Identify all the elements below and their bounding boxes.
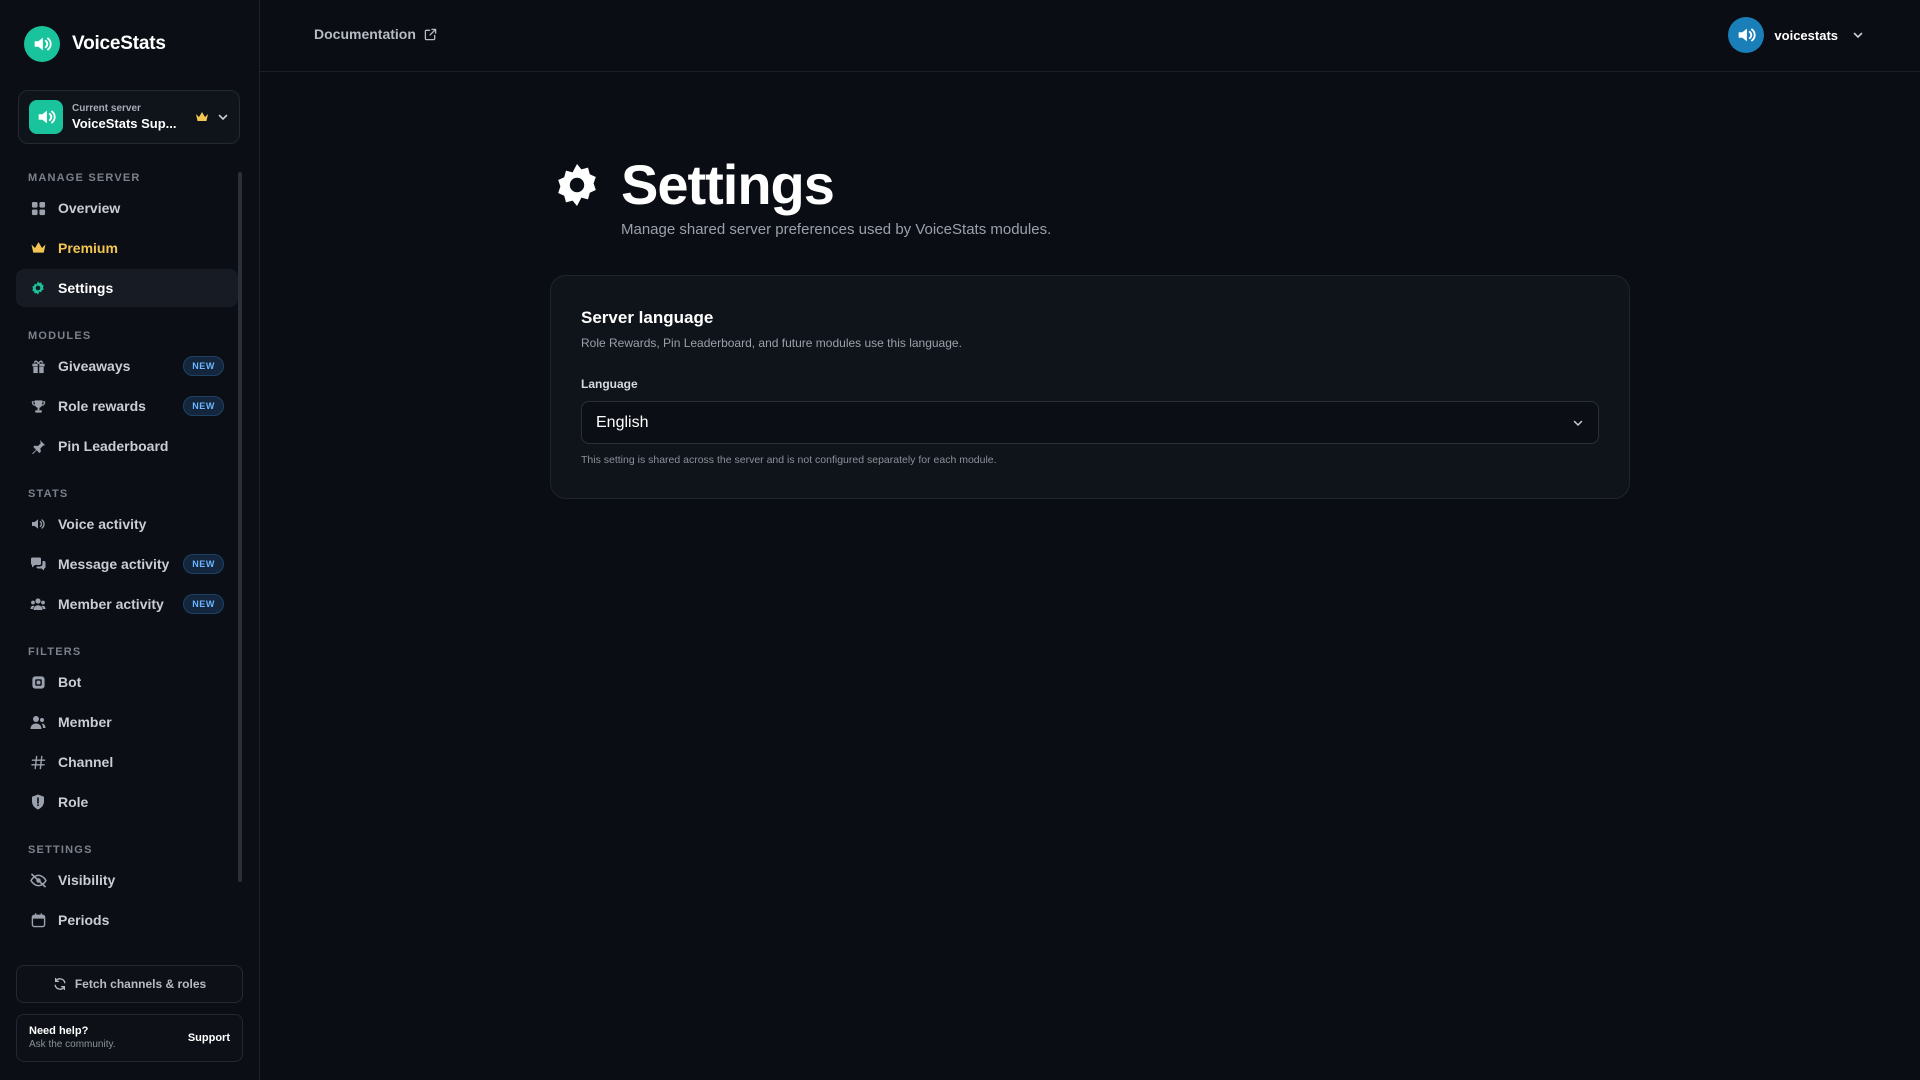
crown-icon	[29, 239, 47, 257]
users-icon	[29, 595, 47, 613]
brand-logo-icon	[24, 26, 60, 62]
new-badge: NEW	[183, 594, 224, 614]
sidebar-item-member[interactable]: Member	[16, 703, 238, 741]
sidebar-item-label: Role rewards	[58, 398, 146, 414]
language-select[interactable]: English	[581, 401, 1599, 444]
language-hint: This setting is shared across the server…	[581, 454, 997, 466]
chevron-down-icon	[1572, 417, 1584, 429]
sidebar-item-overview[interactable]: Overview	[16, 189, 238, 227]
sidebar-item-pin-leaderboard[interactable]: Pin Leaderboard	[16, 427, 238, 465]
section-title-stats: STATS	[28, 488, 69, 500]
help-card: Need help? Ask the community. Support	[16, 1014, 243, 1062]
eye-off-icon	[29, 871, 47, 889]
sidebar-item-bot[interactable]: Bot	[16, 663, 238, 701]
gear-icon	[29, 279, 47, 297]
support-link[interactable]: Support	[188, 1032, 230, 1044]
crown-icon	[195, 111, 209, 123]
new-badge: NEW	[183, 356, 224, 376]
speaker-icon	[29, 515, 47, 533]
server-name: VoiceStats Sup...	[72, 115, 177, 131]
sidebar-item-label: Member	[58, 714, 112, 730]
sidebar-item-visibility[interactable]: Visibility	[16, 861, 238, 899]
sidebar-item-label: Giveaways	[58, 358, 131, 374]
sidebar-item-role[interactable]: Role	[16, 783, 238, 821]
chevron-down-icon	[1852, 29, 1864, 41]
documentation-link[interactable]: Documentation	[314, 26, 437, 42]
chat-icon	[29, 555, 47, 573]
sidebar-item-label: Visibility	[58, 872, 116, 888]
grid-icon	[29, 199, 47, 217]
section-title-modules: MODULES	[28, 330, 92, 342]
sidebar-item-label: Bot	[58, 674, 82, 690]
sidebar-item-label: Channel	[58, 754, 114, 770]
shield-icon	[29, 793, 47, 811]
section-title-settings: SETTINGS	[28, 844, 93, 856]
sidebar-item-premium[interactable]: Premium	[16, 229, 238, 267]
server-avatar-icon	[29, 100, 63, 134]
username: voicestats	[1774, 27, 1838, 43]
page-title: Settings	[621, 153, 835, 216]
user-avatar-icon	[1728, 17, 1765, 53]
gift-icon	[29, 357, 47, 375]
brand-name: VoiceStats	[72, 33, 166, 54]
bot-icon	[29, 673, 47, 691]
trophy-icon	[29, 397, 47, 415]
topbar: Documentation voicestats	[260, 0, 1920, 72]
sidebar-item-label: Pin Leaderboard	[58, 438, 169, 454]
sidebar: VoiceStats Current server VoiceStats Sup…	[0, 0, 260, 1080]
sidebar-item-message-activity[interactable]: Message activity NEW	[16, 545, 238, 583]
sidebar-item-label: Premium	[58, 240, 118, 256]
language-label: Language	[581, 377, 638, 391]
sidebar-item-label: Message activity	[58, 556, 170, 572]
server-switcher[interactable]: Current server VoiceStats Sup...	[18, 90, 240, 144]
sidebar-item-label: Periods	[58, 912, 110, 928]
sidebar-item-member-activity[interactable]: Member activity NEW	[16, 585, 238, 623]
page-subtitle: Manage shared server preferences used by…	[621, 221, 1052, 238]
sidebar-item-settings[interactable]: Settings	[16, 269, 238, 307]
refresh-icon	[53, 977, 67, 991]
user-icon	[29, 713, 47, 731]
sidebar-item-giveaways[interactable]: Giveaways NEW	[16, 347, 238, 385]
user-menu[interactable]: voicestats	[1728, 17, 1864, 53]
sidebar-item-channel[interactable]: Channel	[16, 743, 238, 781]
brand[interactable]: VoiceStats	[24, 26, 166, 62]
external-link-icon	[424, 28, 437, 41]
page-header: Settings	[553, 150, 835, 220]
sidebar-item-role-rewards[interactable]: Role rewards NEW	[16, 387, 238, 425]
sidebar-item-periods[interactable]: Periods	[16, 901, 238, 939]
fetch-channels-roles-button[interactable]: Fetch channels & roles	[16, 965, 243, 1003]
card-title: Server language	[581, 308, 714, 327]
fetch-label: Fetch channels & roles	[74, 977, 207, 991]
server-kicker: Current server	[72, 102, 141, 114]
sidebar-item-label: Voice activity	[58, 516, 147, 532]
documentation-label: Documentation	[314, 26, 416, 42]
card-description: Role Rewards, Pin Leaderboard, and futur…	[581, 336, 962, 350]
server-language-card: Server language Role Rewards, Pin Leader…	[550, 275, 1630, 499]
hash-icon	[29, 753, 47, 771]
section-title-manage: MANAGE SERVER	[28, 172, 141, 184]
section-title-filters: FILTERS	[28, 646, 82, 658]
sidebar-scrollbar[interactable]	[238, 172, 242, 882]
new-badge: NEW	[183, 554, 224, 574]
gear-icon	[553, 161, 601, 209]
language-select-value: English	[596, 413, 649, 431]
sidebar-item-label: Role	[58, 794, 89, 810]
sidebar-item-label: Settings	[58, 280, 114, 296]
chevron-down-icon	[217, 111, 229, 123]
sidebar-item-label: Overview	[58, 200, 121, 216]
pin-icon	[29, 437, 47, 455]
calendar-icon	[29, 911, 47, 929]
sidebar-item-label: Member activity	[58, 596, 164, 612]
sidebar-item-voice-activity[interactable]: Voice activity	[16, 505, 238, 543]
new-badge: NEW	[183, 396, 224, 416]
